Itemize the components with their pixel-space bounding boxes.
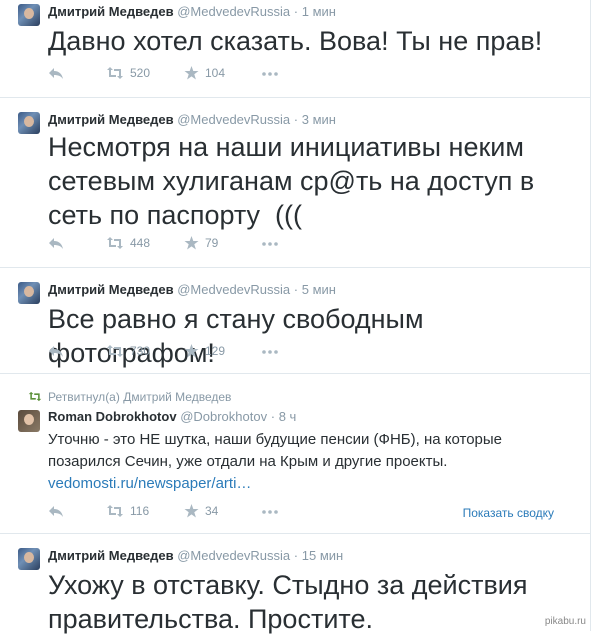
- reply-icon: [49, 346, 63, 357]
- author-name[interactable]: Roman Dobrokhotov: [48, 409, 177, 424]
- show-conversation-link[interactable]: Показать сводку: [463, 506, 554, 520]
- more-icon: [262, 242, 278, 246]
- retweet-icon: [107, 67, 123, 79]
- reply-icon: [49, 506, 63, 517]
- reply-button[interactable]: [48, 66, 64, 80]
- more-button[interactable]: [262, 242, 278, 246]
- favorite-count: 34: [205, 504, 219, 518]
- favorite-button[interactable]: 104: [184, 66, 225, 80]
- retweet-button[interactable]: 116: [106, 504, 149, 518]
- retweet-icon: [28, 391, 42, 402]
- separator: ·: [270, 409, 276, 424]
- more-button[interactable]: [262, 350, 278, 354]
- author-name[interactable]: Дмитрий Медведев: [48, 4, 174, 19]
- avatar[interactable]: [18, 410, 40, 432]
- retweet-count: 116: [130, 504, 150, 518]
- tweet-header: Дмитрий Медведев @MedvedevRussia · 15 ми…: [48, 548, 343, 563]
- reply-icon: [49, 68, 63, 79]
- retweeted-tweet[interactable]: Ретвитнул(а) Дмитрий Медведев Roman Dobr…: [0, 374, 590, 534]
- retweet-button[interactable]: 520: [106, 66, 150, 80]
- author-name[interactable]: Дмитрий Медведев: [48, 112, 174, 127]
- author-handle[interactable]: @MedvedevRussia: [177, 282, 290, 297]
- reply-button[interactable]: [48, 344, 64, 358]
- favorite-button[interactable]: 34: [184, 504, 218, 518]
- tweet-body: Уточню - это НЕ шутка, наши будущие пенс…: [48, 431, 503, 470]
- watermark: pikabu.ru: [544, 616, 586, 627]
- timestamp[interactable]: 1 мин: [302, 4, 336, 19]
- retweet-icon: [107, 345, 123, 357]
- tweet-text: Ухожу в отставку. Стыдно за действия пра…: [48, 570, 528, 634]
- retweet-icon: [107, 505, 123, 517]
- reply-button[interactable]: [48, 236, 64, 250]
- more-button[interactable]: [262, 510, 278, 514]
- tweet-header: Roman Dobrokhotov @Dobrokhotov · 8 ч: [48, 409, 296, 424]
- avatar[interactable]: [18, 112, 40, 134]
- tweet-header: Дмитрий Медведев @MedvedevRussia · 1 мин: [48, 4, 336, 19]
- tweet[interactable]: Дмитрий Медведев @MedvedevRussia · 15 ми…: [0, 534, 590, 644]
- timestamp[interactable]: 3 мин: [302, 112, 336, 127]
- separator: ·: [293, 548, 299, 563]
- star-icon: [184, 66, 199, 80]
- tweet-link[interactable]: vedomosti.ru/newspaper/arti…: [48, 475, 251, 492]
- author-name[interactable]: Дмитрий Медведев: [48, 282, 174, 297]
- tweet-actions: 448 79: [48, 236, 568, 256]
- tweet-text: Несмотря на наши инициативы неким сетевы…: [48, 132, 542, 230]
- author-handle[interactable]: @MedvedevRussia: [177, 112, 290, 127]
- retweet-count: 520: [130, 66, 151, 80]
- timestamp[interactable]: 8 ч: [279, 409, 297, 424]
- tweet-text: Уточню - это НЕ шутка, наши будущие пенс…: [48, 429, 508, 495]
- favorite-count: 129: [205, 344, 226, 358]
- author-name[interactable]: Дмитрий Медведев: [48, 548, 174, 563]
- author-handle[interactable]: @MedvedevRussia: [177, 4, 290, 19]
- retweet-icon: [107, 237, 123, 249]
- star-icon: [184, 236, 199, 250]
- star-icon: [184, 344, 199, 358]
- favorite-button[interactable]: 79: [184, 236, 218, 250]
- avatar[interactable]: [18, 4, 40, 26]
- retweet-button[interactable]: 730: [106, 344, 150, 358]
- more-icon: [262, 510, 278, 514]
- retweet-context[interactable]: Ретвитнул(а) Дмитрий Медведев: [28, 390, 232, 404]
- timestamp[interactable]: 15 мин: [302, 548, 343, 563]
- more-icon: [262, 350, 278, 354]
- tweet-feed: Дмитрий Медведев @MedvedevRussia · 1 мин…: [0, 0, 591, 634]
- retweet-context-label: Ретвитнул(а) Дмитрий Медведев: [48, 390, 232, 404]
- favorite-button[interactable]: 129: [184, 344, 225, 358]
- star-icon: [184, 504, 199, 518]
- tweet-text: Давно хотел сказать. Вова! Ты не прав!: [48, 26, 543, 56]
- more-button[interactable]: [262, 72, 278, 76]
- tweet[interactable]: Дмитрий Медведев @MedvedevRussia · 1 мин…: [0, 0, 590, 98]
- tweet-header: Дмитрий Медведев @MedvedevRussia · 5 мин: [48, 282, 336, 297]
- separator: ·: [293, 282, 299, 297]
- retweet-button[interactable]: 448: [106, 236, 150, 250]
- tweet-actions: 730 129: [48, 344, 568, 364]
- favorite-count: 104: [205, 66, 226, 80]
- author-handle[interactable]: @Dobrokhotov: [180, 409, 267, 424]
- separator: ·: [293, 4, 299, 19]
- tweet-actions: 520 104: [48, 66, 568, 86]
- retweet-count: 448: [130, 236, 151, 250]
- tweet[interactable]: Дмитрий Медведев @MedvedevRussia · 3 мин…: [0, 98, 590, 268]
- separator: ·: [293, 112, 299, 127]
- author-handle[interactable]: @MedvedevRussia: [177, 548, 290, 563]
- reply-button[interactable]: [48, 504, 64, 518]
- tweet[interactable]: Дмитрий Медведев @MedvedevRussia · 5 мин…: [0, 268, 590, 374]
- tweet-actions: 116 34 Показать сводку: [48, 504, 568, 524]
- tweet-header: Дмитрий Медведев @MedvedevRussia · 3 мин: [48, 112, 336, 127]
- favorite-count: 79: [205, 236, 219, 250]
- avatar[interactable]: [18, 282, 40, 304]
- retweet-count: 730: [130, 344, 151, 358]
- reply-icon: [49, 238, 63, 249]
- avatar[interactable]: [18, 548, 40, 570]
- more-icon: [262, 72, 278, 76]
- timestamp[interactable]: 5 мин: [302, 282, 336, 297]
